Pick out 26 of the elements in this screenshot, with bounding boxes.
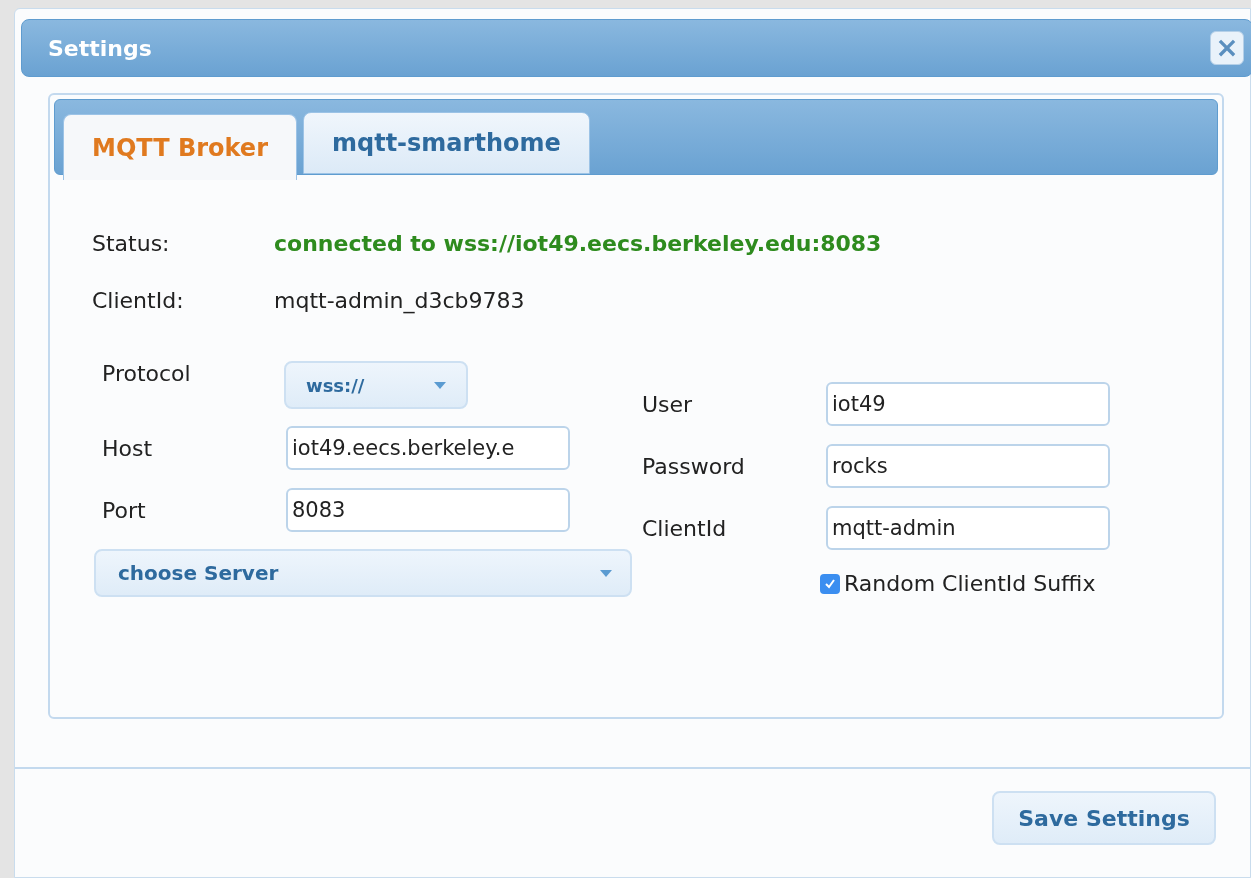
- status-value: connected to wss://iot49.eecs.berkeley.edu:8083: [274, 230, 882, 258]
- tab[interactable]: MQTT Broker: [63, 114, 297, 180]
- text-field[interactable]: iot49.eecs.berkeley.e: [286, 426, 570, 470]
- text-field[interactable]: 8083: [286, 488, 570, 532]
- text-field[interactable]: mqtt-admin: [826, 506, 1110, 550]
- field-label: Port: [102, 496, 147, 525]
- field-label: Protocol: [102, 360, 192, 388]
- field-label: Status:: [92, 230, 171, 258]
- checkbox[interactable]: [820, 573, 840, 594]
- server-select[interactable]: choose Server: [94, 549, 632, 597]
- text-field[interactable]: rocks: [826, 444, 1110, 488]
- field-label: ClientId: [642, 514, 728, 543]
- window-title: Settings: [48, 34, 152, 63]
- tab[interactable]: mqtt-smarthome: [303, 112, 590, 174]
- caret-icon: [600, 569, 612, 577]
- field-label: Password: [642, 452, 746, 481]
- checkbox-label: Random ClientId Suffix: [844, 570, 1096, 598]
- field-label: User: [642, 390, 694, 419]
- caret-icon: [434, 381, 446, 389]
- client-id-value: mqtt-admin_d3cb9783: [274, 287, 525, 316]
- text-field[interactable]: iot49: [826, 382, 1110, 426]
- save-settings-button[interactable]: Save Settings: [992, 791, 1216, 845]
- close-button[interactable]: ×: [1210, 31, 1244, 65]
- field-label: Host: [102, 434, 154, 463]
- protocol-select[interactable]: wss://: [284, 361, 468, 409]
- field-label: ClientId:: [92, 287, 185, 315]
